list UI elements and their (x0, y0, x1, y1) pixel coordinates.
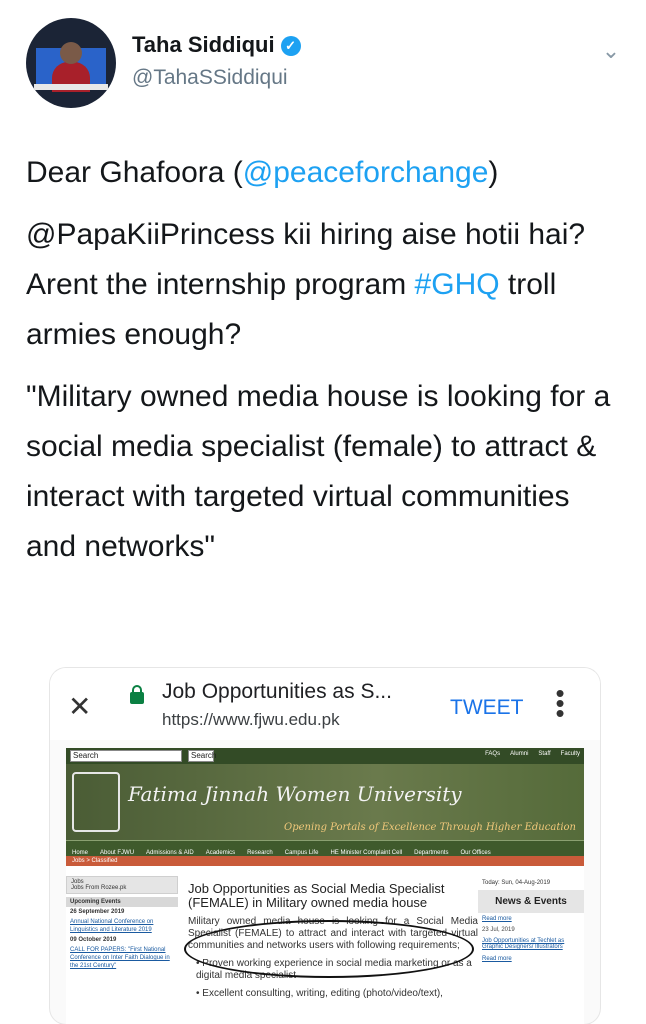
browser-page-title: Job Opportunities as S... (162, 680, 392, 703)
tweet-text: Dear Ghafoora (@peaceforchange) @PapaKii… (26, 148, 626, 584)
search-button[interactable]: Search (188, 750, 216, 762)
browser-url[interactable]: https://www.fjwu.edu.pk (162, 710, 340, 730)
search-input[interactable]: Search (70, 750, 182, 762)
top-link[interactable]: Alumni (510, 751, 528, 757)
jobs-item[interactable]: Jobs From Rozee.pk (71, 885, 173, 891)
event-date: 09 October 2019 (70, 937, 117, 943)
site-banner: Fatima Jinnah Women University Opening P… (66, 764, 584, 840)
news-header: News & Events (478, 890, 584, 913)
nav-item[interactable]: Research (241, 846, 279, 856)
university-tagline: Opening Portals of Excellence Through Hi… (284, 822, 576, 833)
article-bullet: • Excellent consulting, writing, editing… (196, 988, 443, 999)
hand-drawn-circle-annotation (184, 920, 474, 978)
tweet-paragraph-2: @PapaKiiPrincess kii hiring aise hotii h… (26, 210, 626, 360)
avatar-figure-head (60, 42, 82, 64)
lock-icon (130, 685, 144, 704)
article-title: Job Opportunities as Social Media Specia… (188, 881, 445, 910)
events-header: Upcoming Events (66, 897, 178, 907)
top-link[interactable]: Staff (538, 751, 550, 757)
breadcrumb: Jobs > Classified (66, 856, 584, 866)
text-segment: Dear Ghafoora ( (26, 156, 243, 189)
nav-item[interactable]: About FJWU (94, 846, 140, 856)
nav-item[interactable]: Home (66, 846, 94, 856)
top-link[interactable]: Faculty (561, 751, 580, 757)
read-more-link[interactable]: Read more (478, 913, 584, 925)
university-name: Fatima Jinnah Women University (128, 782, 462, 806)
website-content: Search Search FAQs Alumni Staff Faculty Fat… (66, 748, 584, 1024)
tweet-paragraph-1: Dear Ghafoora (@peaceforchange) (26, 148, 626, 198)
right-sidebar: Today: Sun, 04-Aug-2019 News & Events Re… (478, 876, 584, 1024)
nav-item[interactable]: HE Minister Complaint Cell (324, 846, 408, 856)
nav-item[interactable]: Admissions & AID (140, 846, 200, 856)
author-handle[interactable]: @TahaSSiddiqui (132, 66, 288, 90)
avatar-caption-bar (34, 84, 108, 90)
event-link[interactable]: CALL FOR PAPERS: "First National Confere… (66, 945, 178, 971)
top-links: FAQs Alumni Staff Faculty (475, 751, 580, 757)
event-date: 26 September 2019 (70, 909, 125, 915)
read-more-link[interactable]: Read more (478, 953, 584, 965)
text-segment: ) (488, 156, 499, 189)
today-date: Today: Sun, 04-Aug-2019 (482, 880, 551, 886)
tweet-header: Taha Siddiqui ✓ @TahaSSiddiqui ⌄ (26, 18, 626, 110)
jobs-box: Jobs Jobs From Rozee.pk (66, 876, 178, 894)
nav-item[interactable]: Departments (408, 846, 454, 856)
author-name[interactable]: Taha Siddiqui ✓ (132, 32, 301, 58)
news-date: 23 Jul, 2019 (482, 927, 515, 933)
attached-screenshot[interactable]: ✕ Job Opportunities as S... https://www.… (50, 668, 600, 1024)
more-vert-icon[interactable]: • • • (552, 680, 568, 726)
site-top-nav: Search Search FAQs Alumni Staff Faculty (66, 748, 584, 764)
nav-item[interactable]: Campus Life (279, 846, 325, 856)
news-link[interactable]: Job Opportunities at Techlet as Graphic … (478, 935, 584, 953)
browser-toolbar: ✕ Job Opportunities as S... https://www.… (50, 668, 600, 740)
nav-item[interactable]: Our Offices (454, 846, 496, 856)
tweet-button[interactable]: TWEET (450, 696, 524, 720)
top-link[interactable]: FAQs (485, 751, 500, 757)
author-name-text[interactable]: Taha Siddiqui (132, 32, 275, 57)
avatar[interactable] (26, 18, 116, 108)
nav-item[interactable]: Academics (200, 846, 241, 856)
close-icon[interactable]: ✕ (68, 690, 91, 723)
university-logo (72, 772, 120, 832)
verified-badge-icon: ✓ (280, 36, 301, 56)
left-sidebar: Jobs Jobs From Rozee.pk Upcoming Events … (66, 876, 178, 1024)
tweet-paragraph-3: "Military owned media house is looking f… (26, 380, 611, 563)
mention-link[interactable]: @peaceforchange (243, 156, 489, 189)
hashtag-link[interactable]: #GHQ (415, 268, 500, 301)
event-link[interactable]: Annual National Conference on Linguistic… (66, 917, 178, 935)
chevron-down-icon[interactable]: ⌄ (600, 40, 622, 62)
site-main-nav: Home About FJWU Admissions & AID Academics R… (66, 840, 584, 856)
